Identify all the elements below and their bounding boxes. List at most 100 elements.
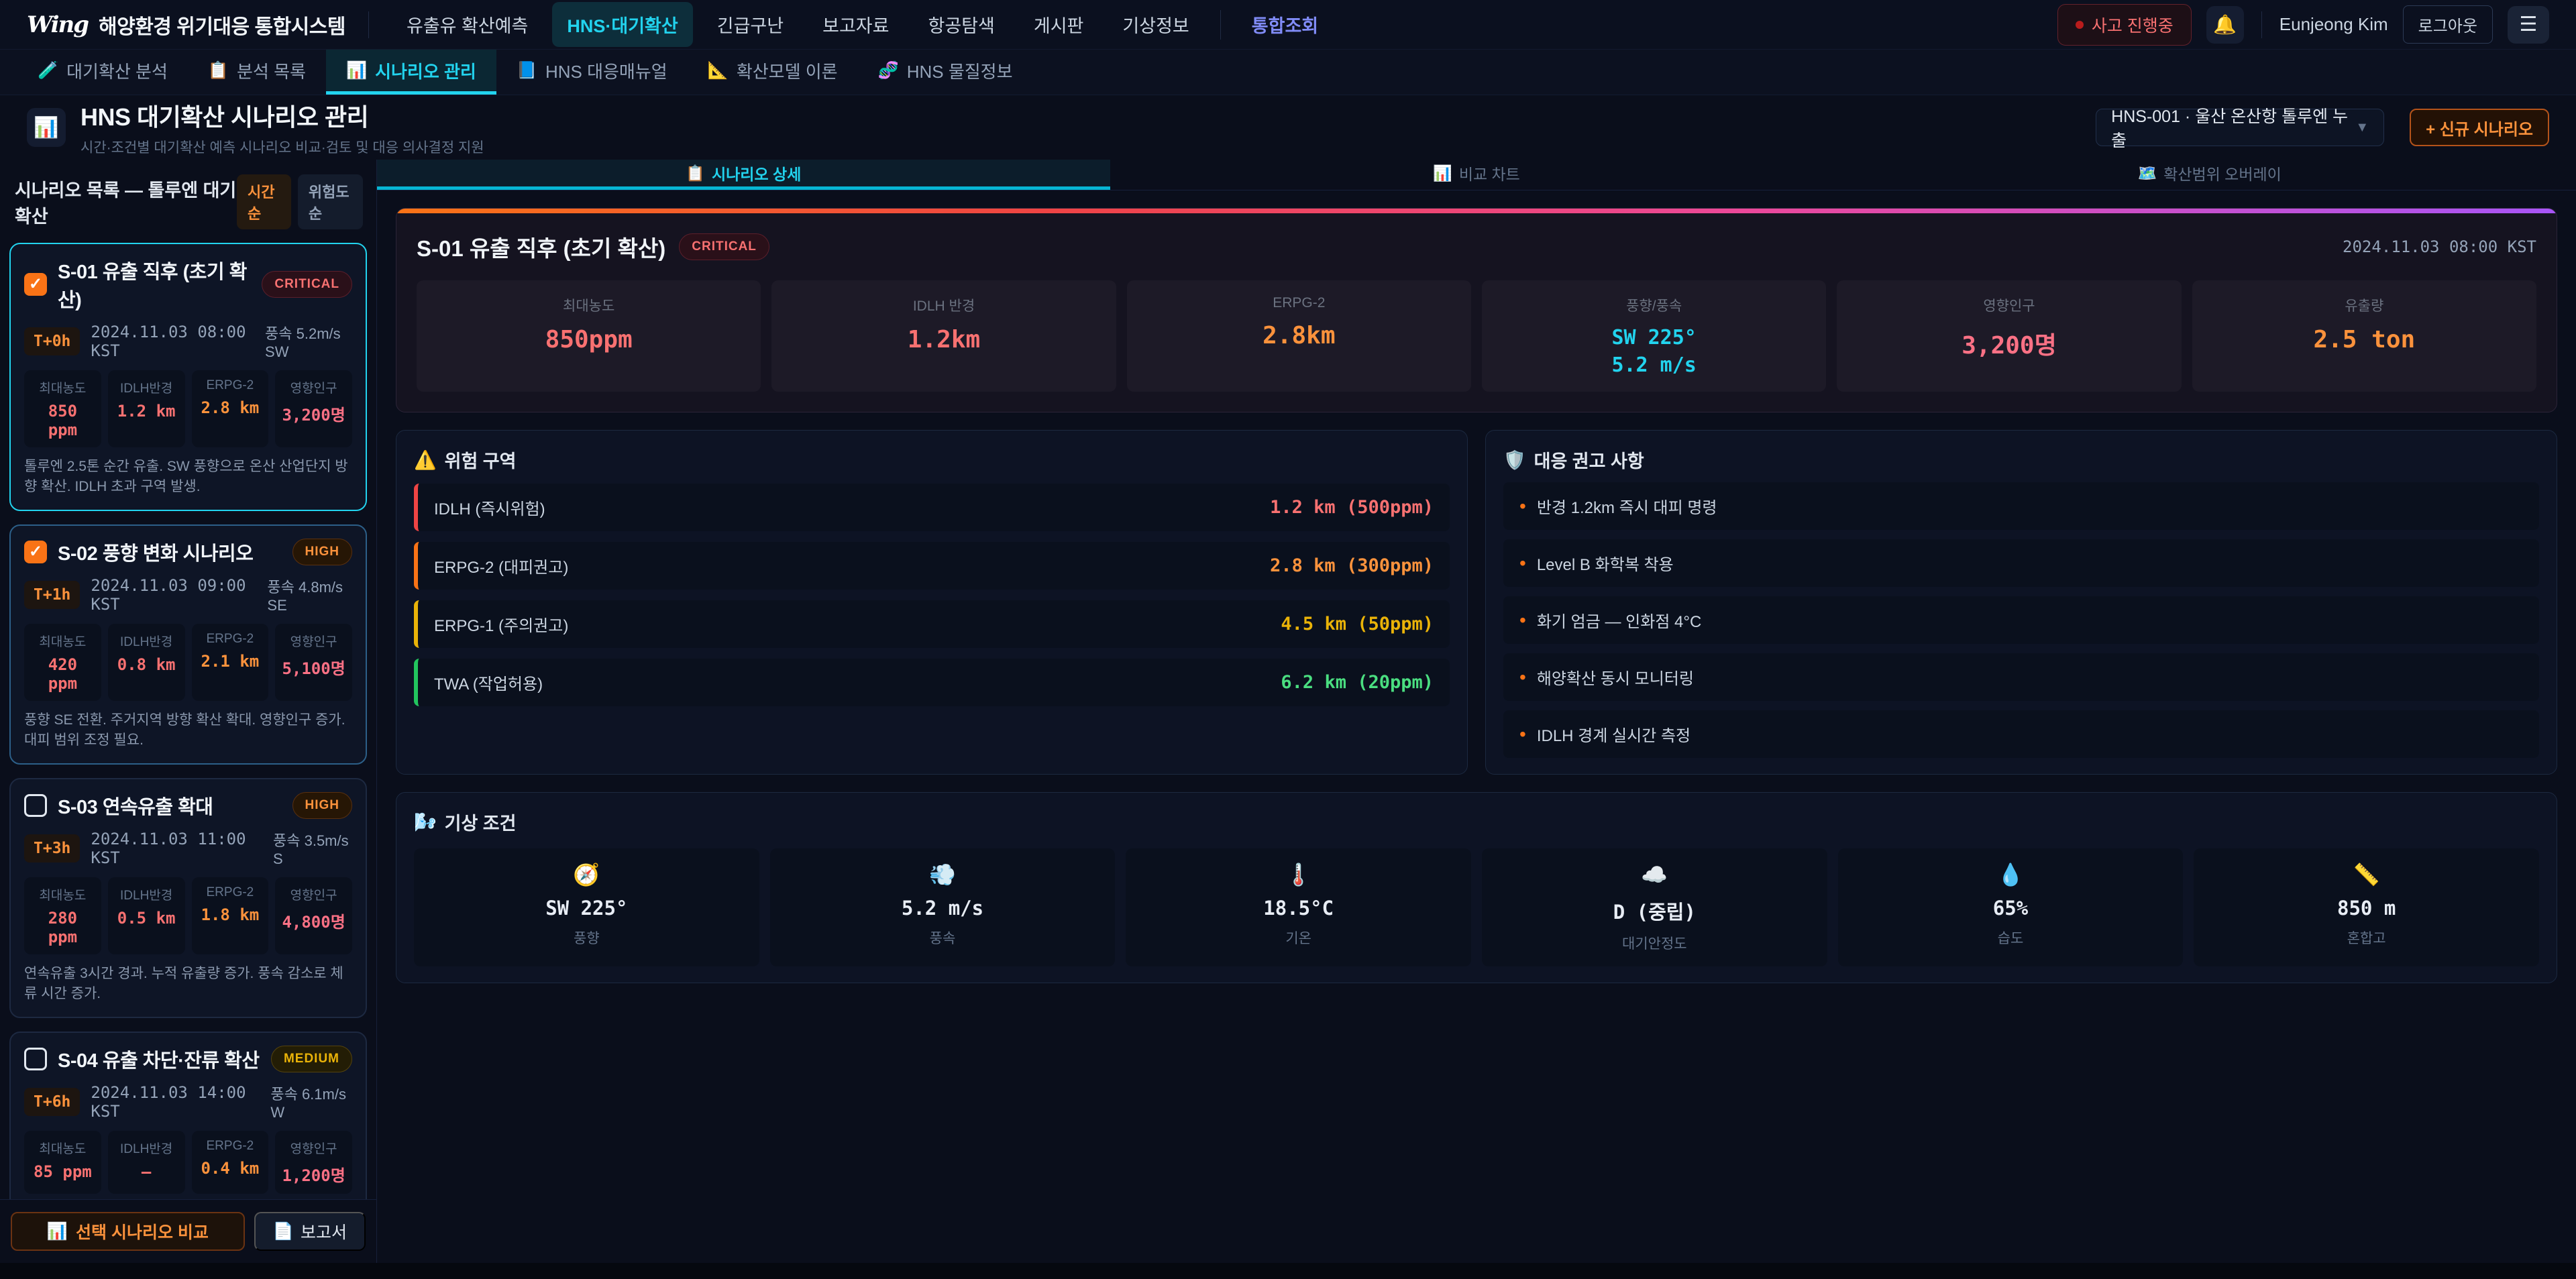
subtab-substance-info[interactable]: 🧬 HNS 물질정보 xyxy=(858,50,1033,95)
stat-value: 1.8 km xyxy=(197,905,264,924)
hamburger-menu-button[interactable]: ☰ xyxy=(2508,6,2549,44)
brand-name: 해양환경 위기대응 통합시스템 xyxy=(99,10,345,40)
metric-value: 1.2km xyxy=(778,326,1109,353)
subtab-label: 대기확산 분석 xyxy=(66,58,168,83)
weather-value: SW 225° xyxy=(421,897,753,920)
scenario-description: 풍향 SE 전환. 주거지역 방향 확산 확대. 영향인구 증가. 대피 범위 … xyxy=(24,710,352,751)
scenario-wind: 풍속 4.8m/s SE xyxy=(267,575,352,614)
weather-label: 풍향 xyxy=(421,928,753,948)
nav-item-aerial[interactable]: 항공탐색 xyxy=(913,2,1009,47)
zone-label: ERPG-2 (대피권고) xyxy=(434,554,568,577)
scenario-checkbox[interactable] xyxy=(24,273,47,296)
page-title: HNS 대기확산 시나리오 관리 xyxy=(80,98,2081,133)
stat-value: 2.8 km xyxy=(197,398,264,417)
map-icon: 🗺️ xyxy=(2138,164,2157,182)
incident-select[interactable]: HNS-001 · 울산 온산항 톨루엔 누출 ▼ xyxy=(2096,109,2384,146)
weather-panel: 🌬️ 기상 조건 🧭 SW 225° 풍향 💨 5.2 m/s 풍속 xyxy=(396,792,2557,983)
stat-label: ERPG-2 xyxy=(197,1139,264,1154)
bar-chart-icon: 📊 xyxy=(346,61,367,80)
report-button[interactable]: 📄 보고서 xyxy=(254,1212,366,1251)
bar-chart-icon: 📊 xyxy=(1433,164,1452,182)
notification-bell-button[interactable]: 🔔 xyxy=(2206,6,2244,44)
nav-item-reports[interactable]: 보고자료 xyxy=(808,2,904,47)
scenario-description: 톨루엔 2.5톤 순간 유출. SW 풍향으로 온산 산업단지 방향 확산. I… xyxy=(24,457,352,498)
subtab-model-theory[interactable]: 📐 확산모델 이론 xyxy=(688,50,858,95)
metric-affected-population: 영향인구 3,200명 xyxy=(1837,280,2181,392)
zone-value: 4.5 km (50ppm) xyxy=(1281,614,1434,634)
detail-scroll-area: S-01 유출 직후 (초기 확산) CRITICAL 2024.11.03 0… xyxy=(377,190,2576,1001)
new-scenario-button[interactable]: + 신규 시나리오 xyxy=(2410,109,2549,146)
zone-row-idlh: IDLH (즉시위험) 1.2 km (500ppm) xyxy=(414,484,1450,531)
severity-badge: HIGH xyxy=(292,539,353,565)
scenario-card-s04[interactable]: S-04 유출 차단·잔류 확산 MEDIUM T+6h 2024.11.03 … xyxy=(9,1032,367,1199)
metric-value: SW 225° xyxy=(1489,326,1819,349)
weather-value: 850 m xyxy=(2200,897,2532,920)
zone-label: TWA (작업허용) xyxy=(434,671,543,694)
recommendation-item: IDLH 경계 실시간 측정 xyxy=(1503,710,2539,758)
nav-item-rescue[interactable]: 긴급구난 xyxy=(702,2,798,47)
subtab-scenario-management[interactable]: 📊 시나리오 관리 xyxy=(326,50,496,95)
tab-comparison-chart[interactable]: 📊 비교 차트 xyxy=(1110,160,1843,190)
tab-dispersion-overlay[interactable]: 🗺️ 확산범위 오버레이 xyxy=(1843,160,2576,190)
stat-value: 2.1 km xyxy=(197,652,264,671)
tab-scenario-detail[interactable]: 📋 시나리오 상세 xyxy=(377,160,1110,190)
compare-scenarios-button[interactable]: 📊 선택 시나리오 비교 xyxy=(11,1212,245,1251)
metric-label: 풍향/풍속 xyxy=(1489,295,1819,315)
scenario-list-title: 시나리오 목록 — 톨루엔 대기확산 xyxy=(15,176,237,228)
subtab-analysis-list[interactable]: 📋 분석 목록 xyxy=(188,50,326,95)
scenario-checkbox[interactable] xyxy=(24,541,47,563)
document-icon: 📄 xyxy=(273,1222,294,1241)
scenario-card-s02[interactable]: S-02 풍향 변화 시나리오 HIGH T+1h 2024.11.03 09:… xyxy=(9,524,367,765)
incident-status-badge: 사고 진행중 xyxy=(2057,4,2192,46)
ruler-icon: 📏 xyxy=(2200,862,2532,887)
scenario-checkbox[interactable] xyxy=(24,1048,47,1070)
stat-label: IDLH반경 xyxy=(113,1139,180,1157)
stat-value: 1.2 km xyxy=(113,402,180,421)
nav-item-integrated[interactable]: 통합조회 xyxy=(1237,2,1333,47)
metric-value: 3,200명 xyxy=(1843,326,2174,361)
elapsed-badge: T+6h xyxy=(24,1088,80,1116)
metric-erpg2: ERPG-2 2.8km xyxy=(1127,280,1471,392)
stat-affected-population: 영향인구 3,200명 xyxy=(275,370,352,447)
detail-timestamp: 2024.11.03 08:00 KST xyxy=(2343,237,2536,256)
sort-by-risk-button[interactable]: 위험도순 xyxy=(298,174,363,229)
weather-temperature: 🌡️ 18.5°C 기온 xyxy=(1126,848,1471,966)
detail-tabs: 📋 시나리오 상세 📊 비교 차트 🗺️ 확산범위 오버레이 xyxy=(377,160,2576,190)
sort-controls: 시간순 위험도순 xyxy=(237,174,363,229)
top-nav: Wing 해양환경 위기대응 통합시스템 유출유 확산예측 HNS·대기확산 긴… xyxy=(0,0,2576,50)
subtab-hns-manual[interactable]: 📘 HNS 대응매뉴얼 xyxy=(496,50,688,95)
metric-label: 유출량 xyxy=(2199,295,2530,315)
top-right: 사고 진행중 🔔 Eunjeong Kim 로그아웃 ☰ xyxy=(2057,4,2549,46)
stat-label: 영향인구 xyxy=(280,378,347,396)
sort-by-time-button[interactable]: 시간순 xyxy=(237,174,291,229)
tab-label: 비교 차트 xyxy=(1459,162,1520,184)
nav-item-hns[interactable]: HNS·대기확산 xyxy=(552,2,692,47)
metric-value: 2.8km xyxy=(1134,322,1464,349)
nav-item-weather[interactable]: 기상정보 xyxy=(1108,2,1203,47)
status-text: 사고 진행중 xyxy=(2092,13,2174,37)
scenario-detail-card: S-01 유출 직후 (초기 확산) CRITICAL 2024.11.03 0… xyxy=(396,208,2557,412)
thermometer-icon: 🌡️ xyxy=(1132,862,1464,887)
weather-value: 5.2 m/s xyxy=(777,897,1109,920)
stat-value: – xyxy=(113,1162,180,1181)
clipboard-icon: 📋 xyxy=(686,164,705,182)
stat-idlh-radius: IDLH반경 0.5 km xyxy=(108,877,185,954)
divider xyxy=(368,11,369,38)
logout-button[interactable]: 로그아웃 xyxy=(2403,5,2493,44)
wind-face-icon: 🌬️ xyxy=(414,812,437,833)
subtab-analysis[interactable]: 🧪 대기확산 분석 xyxy=(17,50,188,95)
weather-label: 혼합고 xyxy=(2200,928,2532,948)
divider xyxy=(2261,11,2262,38)
divider xyxy=(1220,10,1221,40)
nav-item-board[interactable]: 게시판 xyxy=(1019,2,1099,47)
recommendation-item: Level B 화학복 착용 xyxy=(1503,539,2539,587)
sidebar-footer: 📊 선택 시나리오 비교 📄 보고서 xyxy=(0,1199,376,1263)
nav-item-oil-spill[interactable]: 유출유 확산예측 xyxy=(392,2,543,47)
stat-label: ERPG-2 xyxy=(197,632,264,647)
scenario-checkbox[interactable] xyxy=(24,794,47,817)
scenario-sidebar: 시나리오 목록 — 톨루엔 대기확산 시간순 위험도순 S-01 유출 직후 (… xyxy=(0,160,377,1263)
scenario-description: 연속유출 3시간 경과. 누적 유출량 증가. 풍속 감소로 체류 시간 증가. xyxy=(24,964,352,1005)
scenario-card-s01[interactable]: S-01 유출 직후 (초기 확산) CRITICAL T+0h 2024.11… xyxy=(9,243,367,511)
scenario-card-s03[interactable]: S-03 연속유출 확대 HIGH T+3h 2024.11.03 11:00 … xyxy=(9,778,367,1018)
compare-label: 선택 시나리오 비교 xyxy=(76,1219,209,1243)
